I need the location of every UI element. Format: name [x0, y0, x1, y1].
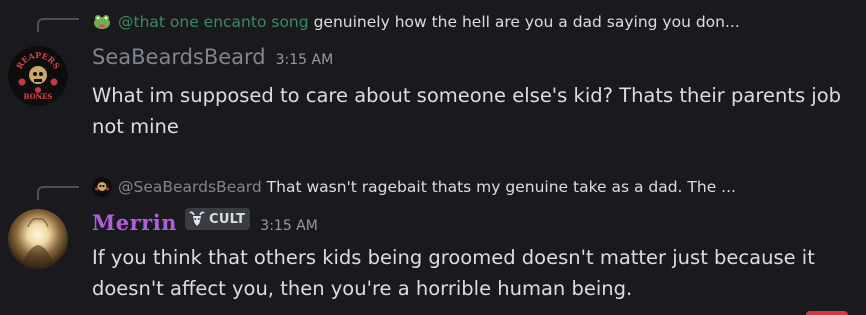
- role-badge[interactable]: CULT: [184, 208, 251, 230]
- reply-avatar-skull[interactable]: [92, 177, 112, 197]
- reply-avatar-frog[interactable]: [92, 12, 112, 32]
- reply-preview[interactable]: @SeaBeardsBeard That wasn't ragebait tha…: [92, 175, 736, 199]
- user-avatar[interactable]: [8, 209, 68, 269]
- timestamp[interactable]: 3:15 AM: [276, 52, 334, 68]
- message-content: What im supposed to care about someone e…: [92, 84, 842, 138]
- reply-connector: [37, 186, 79, 200]
- reply-text[interactable]: That wasn't ragebait thats my genuine ta…: [267, 178, 736, 196]
- message-header: Merrin CULT 3:15 AM: [92, 208, 318, 235]
- reply-connector: [37, 18, 79, 32]
- avatar-text-bottom: BONES: [24, 92, 53, 101]
- username[interactable]: Merrin: [92, 210, 177, 235]
- message-content: If you think that others kids being groo…: [92, 246, 815, 300]
- user-avatar[interactable]: REAPERS BONES: [8, 46, 68, 106]
- message: @SeaBeardsBeard That wasn't ragebait tha…: [0, 170, 866, 310]
- message: @that one encanto song genuinely how the…: [0, 0, 866, 150]
- reply-text[interactable]: genuinely how the hell are you a dad say…: [314, 13, 740, 31]
- message-header: SeaBeardsBeard 3:15 AM: [92, 45, 333, 69]
- reply-mention[interactable]: @SeaBeardsBeard: [118, 178, 262, 196]
- chat-log: @that one encanto song genuinely how the…: [0, 0, 866, 315]
- corner-red-button[interactable]: [806, 311, 848, 315]
- role-name: CULT: [208, 211, 246, 227]
- reply-mention[interactable]: @that one encanto song: [118, 13, 309, 31]
- reply-preview[interactable]: @that one encanto song genuinely how the…: [92, 10, 740, 34]
- goat-skull-icon: [188, 210, 206, 228]
- timestamp[interactable]: 3:15 AM: [260, 218, 318, 234]
- username[interactable]: SeaBeardsBeard: [92, 45, 266, 69]
